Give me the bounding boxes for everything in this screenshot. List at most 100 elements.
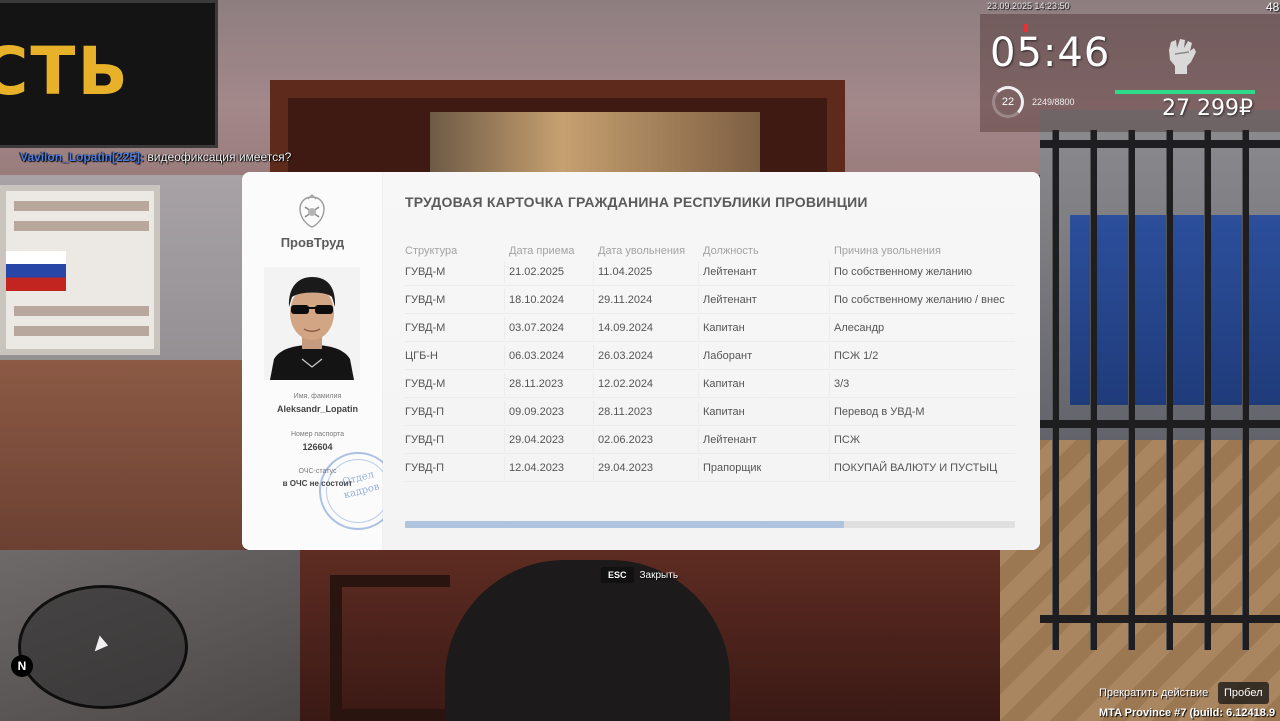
table-cell: Алесандр [834,322,885,334]
column-divider [593,401,594,423]
chat-line: Vavilon_Lopatin[225]: видеофиксация имее… [20,150,291,164]
table-row: ГУВД-П 12.04.2023 29.04.2023 Прапорщик П… [405,454,1015,482]
table-cell: ГУВД-М [405,266,446,278]
build-info: MTA Province #7 (build: 6.12418.9 [1099,707,1276,719]
level-number: 22 [1001,96,1015,108]
cell-bar [1128,130,1135,650]
cell-bar [1166,130,1173,650]
cell-crossbar [1040,140,1280,148]
table-row: ГУВД-М 03.07.2024 14.09.2024 Капитан Але… [405,314,1015,342]
table-cell: ГУВД-М [405,378,446,390]
scrollbar-thumb[interactable] [405,521,845,528]
column-divider [698,401,699,423]
work-card-modal: ПровТруд Имя, фамилия Aleksandr_Lopatin … [242,172,1040,550]
space-key[interactable]: Пробел [1218,682,1269,704]
card-content: ТРУДОВАЯ КАРТОЧКА ГРАЖДАНИНА РЕСПУБЛИКИ … [383,172,1040,550]
card-title: ТРУДОВАЯ КАРТОЧКА ГРАЖДАНИНА РЕСПУБЛИКИ … [405,194,868,210]
name-label: Имя, фамилия [293,393,342,400]
experience-text: 2249/8800 [1032,97,1075,107]
column-divider [698,373,699,395]
table-cell: 12.04.2023 [509,462,565,474]
wall-sign-text: СТЬ [0,33,130,110]
column-divider [698,289,699,311]
table-cell: ГУВД-М [405,322,446,334]
column-divider [593,429,594,451]
column-divider [829,317,830,339]
emblem-icon [299,194,325,228]
column-divider [829,289,830,311]
column-divider [504,373,505,395]
table-cell: ГУВД-П [405,406,445,418]
table-row: ГУВД-М 18.10.2024 29.11.2024 Лейтенант П… [405,286,1015,314]
money-amount: 27 299₽ [1162,96,1253,121]
column-divider [504,401,505,423]
cell-crossbar [1040,420,1280,428]
cell-bar [1052,130,1059,650]
fist-icon [1169,39,1196,74]
table-cell: 03.07.2024 [509,322,565,334]
table-cell: ПСЖ [834,434,861,446]
chat-message: видеофиксация имеется? [144,150,292,164]
table-cell: 09.09.2023 [509,406,565,418]
chat-author: Vavilon_Lopatin[225]: [20,150,145,164]
cell-crossbar [1040,615,1280,623]
close-hint[interactable]: ESC Закрыть [601,566,678,584]
counter [0,360,245,560]
employment-table[interactable]: Структура Дата приема Дата увольнения До… [405,242,1015,492]
table-row: ГУВД-П 09.09.2023 28.11.2023 Капитан Пер… [405,398,1015,426]
table-cell: ГУВД-М [405,294,446,306]
table-cell: 21.02.2025 [509,266,565,278]
cell-floor [1000,440,1280,721]
table-cell: 11.04.2025 [598,266,653,278]
table-cell: 3/3 [834,378,850,390]
column-divider [593,317,594,339]
table-cell: 28.11.2023 [509,378,564,390]
table-cell: Капитан [703,406,745,418]
health-bar [1115,90,1255,94]
table-cell: 29.04.2023 [598,462,654,474]
table-row: ГУВД-П 29.04.2023 02.06.2023 Лейтенант П… [405,426,1015,454]
table-cell: 14.09.2024 [598,322,654,334]
wall-poster [0,185,160,355]
table-cell: ГУВД-П [405,434,445,446]
fps-counter: 48 [1266,0,1280,14]
stop-action-label: Прекратить действие [1099,687,1209,699]
table-cell: 29.11.2024 [598,294,653,306]
column-divider [698,457,699,479]
table-cell: Лейтенант [703,434,757,446]
table-cell: 06.03.2024 [509,350,565,362]
table-cell: Лаборант [703,350,753,362]
table-cell: Лейтенант [703,294,757,306]
brand-name: ПровТруд [280,235,345,250]
column-divider [829,457,830,479]
passport-label: Номер паспорта [290,431,345,438]
poster-line [14,326,149,336]
column-divider [698,345,699,367]
table-cell: Капитан [703,378,745,390]
avatar [264,267,360,380]
column-divider [829,429,830,451]
column-divider [504,429,505,451]
game-clock: 05:46 [990,30,1111,76]
close-label[interactable]: Закрыть [640,570,679,581]
table-cell: По собственному желанию / внес [834,294,1005,306]
table-cell: 28.11.2023 [598,406,653,418]
column-divider [698,317,699,339]
horizontal-scrollbar[interactable] [405,521,1015,528]
table-cell: Лейтенант [703,266,757,278]
cell-bar [1090,130,1097,650]
column-divider [504,345,505,367]
poster-flag [6,251,66,291]
column-divider [593,457,594,479]
passport-value: 126604 [302,442,333,452]
table-cell: 02.06.2023 [598,434,654,446]
column-divider [504,261,505,283]
table-cell: 12.02.2024 [598,378,654,390]
esc-key[interactable]: ESC [601,567,634,583]
table-cell: ЦГБ-Н [405,350,438,362]
column-divider [504,457,505,479]
table-row: ГУВД-М 28.11.2023 12.02.2024 Капитан 3/3 [405,370,1015,398]
table-cell: 18.10.2024 [509,294,565,306]
table-cell: 29.04.2023 [509,434,565,446]
cell-bar [1242,130,1249,650]
